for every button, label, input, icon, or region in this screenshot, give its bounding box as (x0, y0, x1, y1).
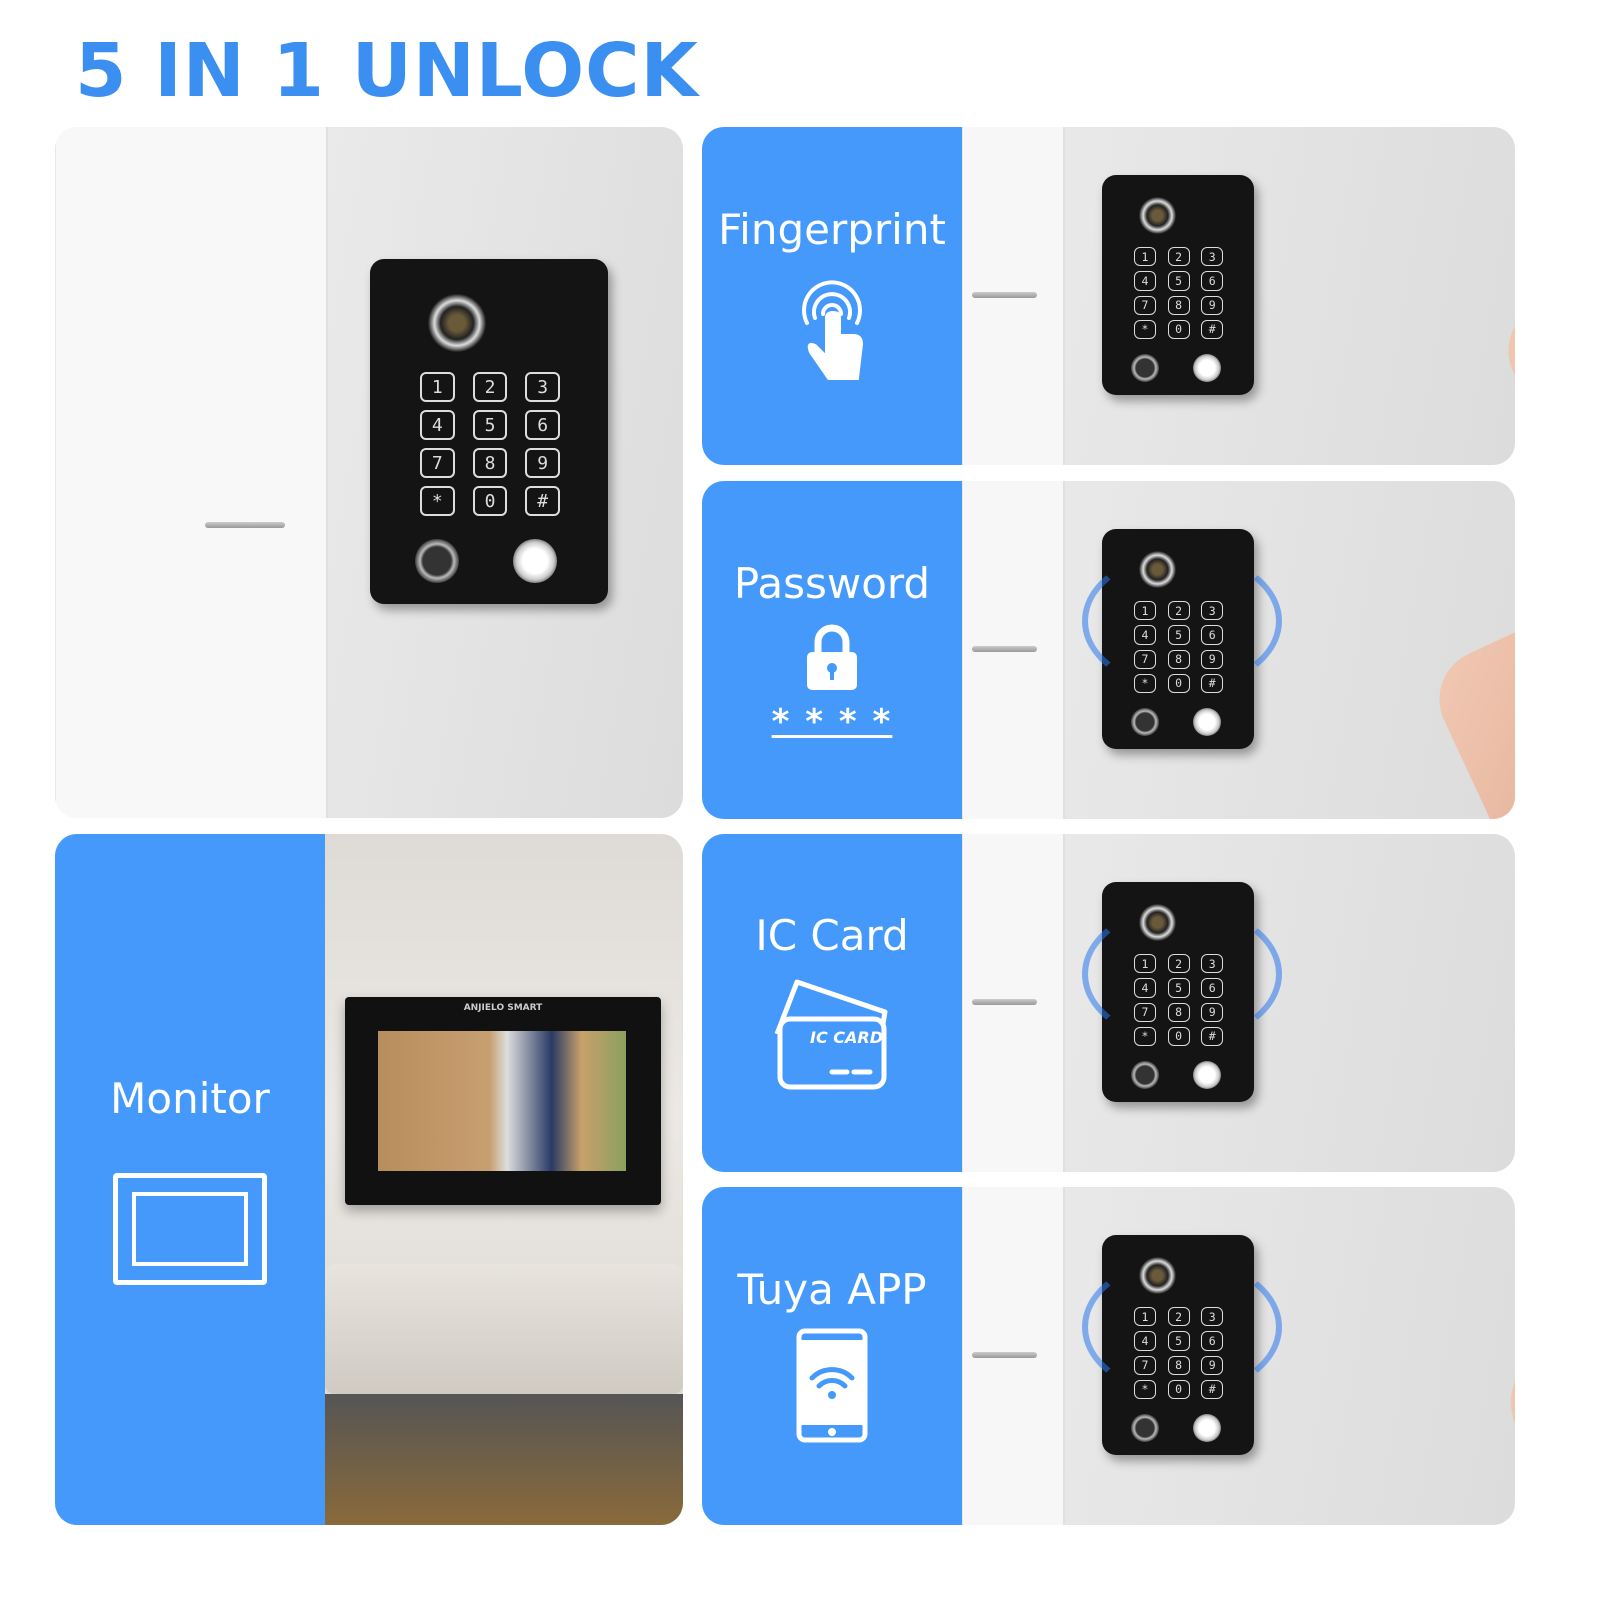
door-handle (972, 292, 1037, 298)
keypad-key: 9 (1201, 295, 1224, 315)
call-button (1193, 353, 1222, 382)
method-fingerprint: Fingerprint 1 2 3 4 5 6 7 8 9 * 0 # (702, 127, 1515, 465)
keypad-key: 5 (472, 410, 508, 440)
ic-card-text: IC CARD (810, 1027, 883, 1047)
keypad-key: 9 (525, 448, 560, 478)
fingerprint-sensor (415, 539, 459, 583)
method-ic-card: IC Card IC CARD 1 2 3 4 5 6 7 8 9 * 0 # (702, 834, 1515, 1172)
door-handle (972, 646, 1037, 652)
keypad-key: # (1201, 319, 1224, 340)
keypad-key: * (420, 486, 455, 516)
door-handle (972, 1352, 1037, 1358)
method-photo: 1 2 3 4 5 6 7 8 9 * 0 # (962, 127, 1515, 465)
keypad-key: 1 (420, 372, 455, 402)
signal-waves (1082, 551, 1282, 691)
fingerprint-touch-icon (787, 268, 877, 387)
monitor-label-area: Monitor (55, 834, 325, 1525)
fingerprint-sensor (1130, 707, 1159, 736)
keypad-key: 6 (525, 410, 560, 440)
password-mask: * * * * (771, 701, 893, 742)
ic-card-icon: IC CARD (772, 974, 892, 1096)
method-label: Fingerprint (718, 205, 946, 254)
smartphone-wifi-icon (796, 1328, 868, 1447)
method-password: Password * * * * 1 2 3 4 5 6 7 8 9 * 0 # (702, 481, 1515, 819)
fingerprint-sensor (1130, 1060, 1159, 1089)
keypad-key: 0 (472, 486, 508, 516)
method-label: IC Card (755, 910, 909, 960)
indoor-monitor: ANJIELO SMART (345, 997, 661, 1205)
coffee-table (325, 1394, 683, 1525)
keypad-key: # (525, 486, 560, 516)
monitor-label: Monitor (110, 1074, 270, 1123)
keypad-key: 4 (420, 410, 455, 440)
method-monitor: Monitor ANJIELO SMART (55, 834, 683, 1525)
fingerprint-sensor (1130, 353, 1159, 382)
keypad-key: 1 (1133, 247, 1157, 267)
signal-waves (1082, 1257, 1282, 1397)
doorbell-device: 1 2 3 4 5 6 7 8 9 * 0 # (370, 259, 608, 604)
method-label: Tuya APP (737, 1265, 927, 1314)
keypad-key: 3 (1201, 247, 1224, 267)
monitor-screen (378, 1031, 626, 1171)
door-handle (972, 999, 1037, 1005)
signal-waves (1082, 904, 1282, 1044)
method-tuya-app: Tuya APP 1 2 3 4 5 6 7 8 9 * 0 # (702, 1187, 1515, 1525)
hand (1499, 1314, 1515, 1525)
hero-doorbell-photo: 1 2 3 4 5 6 7 8 9 * 0 # (55, 127, 683, 818)
call-button (1193, 1413, 1222, 1442)
fingerprint-sensor (1130, 1413, 1159, 1442)
keypad-key: 8 (1167, 295, 1190, 315)
method-label: Password (733, 558, 931, 608)
keypad-key: 5 (1167, 271, 1190, 291)
keypad-key: 7 (420, 448, 455, 478)
call-button (1193, 707, 1222, 736)
method-label-area: Tuya APP (702, 1187, 962, 1525)
keypad-key: 8 (472, 448, 508, 478)
doorbell-device: 1 2 3 4 5 6 7 8 9 * 0 # (1102, 175, 1254, 395)
method-photo: 1 2 3 4 5 6 7 8 9 * 0 # (962, 834, 1515, 1172)
keypad: 1 2 3 4 5 6 7 8 9 * 0 # (1133, 247, 1224, 340)
keypad-key: 2 (1167, 247, 1190, 267)
hand (1502, 942, 1515, 1172)
keypad-key: 6 (1201, 271, 1224, 291)
padlock-icon (802, 622, 862, 696)
camera-lens (1139, 197, 1177, 235)
door-handle (205, 522, 285, 528)
keypad-key: 7 (1133, 295, 1157, 315)
method-photo: 1 2 3 4 5 6 7 8 9 * 0 # (962, 1187, 1515, 1525)
method-label-area: Fingerprint (702, 127, 962, 465)
sofa (325, 1264, 683, 1394)
keypad-key: 4 (1133, 271, 1157, 291)
method-label-area: Password * * * * (702, 481, 962, 819)
keypad-key: 3 (525, 372, 560, 402)
brand-logo: ANJIELO SMART (463, 1003, 543, 1013)
hand (1423, 607, 1515, 819)
call-button (513, 539, 557, 583)
method-label-area: IC Card IC CARD (702, 834, 962, 1172)
keypad: 1 2 3 4 5 6 7 8 9 * 0 # (420, 372, 560, 516)
page-title: 5 IN 1 UNLOCK (75, 28, 699, 114)
method-photo: 1 2 3 4 5 6 7 8 9 * 0 # (962, 481, 1515, 819)
call-button (1193, 1060, 1222, 1089)
hand (1488, 275, 1515, 465)
door (55, 127, 328, 818)
monitor-icon (113, 1173, 267, 1285)
keypad-key: * (1133, 319, 1157, 340)
camera-lens (428, 294, 486, 352)
keypad-key: 0 (1167, 319, 1190, 340)
keypad-key: 2 (472, 372, 508, 402)
